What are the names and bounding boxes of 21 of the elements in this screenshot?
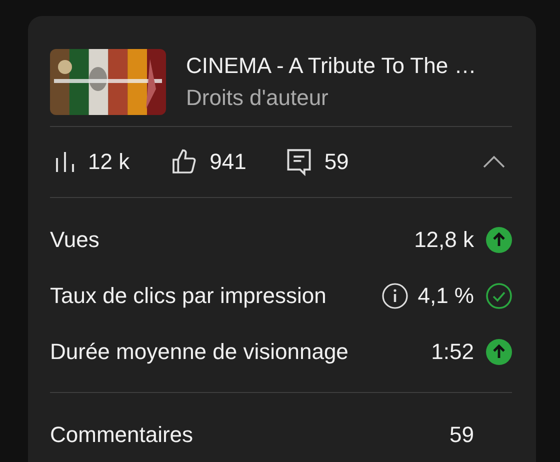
metric-value: 59 — [450, 422, 474, 448]
metric-label: Durée moyenne de visionnage — [50, 339, 350, 365]
arrow-up-icon — [486, 227, 512, 253]
metric-label: Commentaires — [50, 422, 194, 448]
metric-label: Vues — [50, 227, 100, 253]
metric-value: 1:52 — [431, 339, 474, 365]
thumbs-up-icon — [170, 148, 198, 176]
comment-icon — [286, 148, 312, 176]
stat-value: 59 — [324, 149, 349, 175]
video-subtitle: Droits d'auteur — [186, 85, 330, 111]
chevron-icon — [482, 155, 506, 169]
arrow-up-icon — [486, 339, 512, 365]
metric-label: Taux de clics par impression — [50, 283, 328, 309]
metric-value: 4,1 % — [418, 283, 474, 309]
metric-value: 12,8 k — [414, 227, 474, 253]
info-icon[interactable] — [382, 283, 408, 309]
video-title: CINEMA - A Tribute To The … — [186, 53, 476, 79]
stat-value: 941 — [210, 149, 246, 175]
check-circle-icon — [486, 283, 512, 309]
bar-chart-icon — [54, 150, 76, 174]
stat-value: 12 k — [88, 149, 130, 175]
